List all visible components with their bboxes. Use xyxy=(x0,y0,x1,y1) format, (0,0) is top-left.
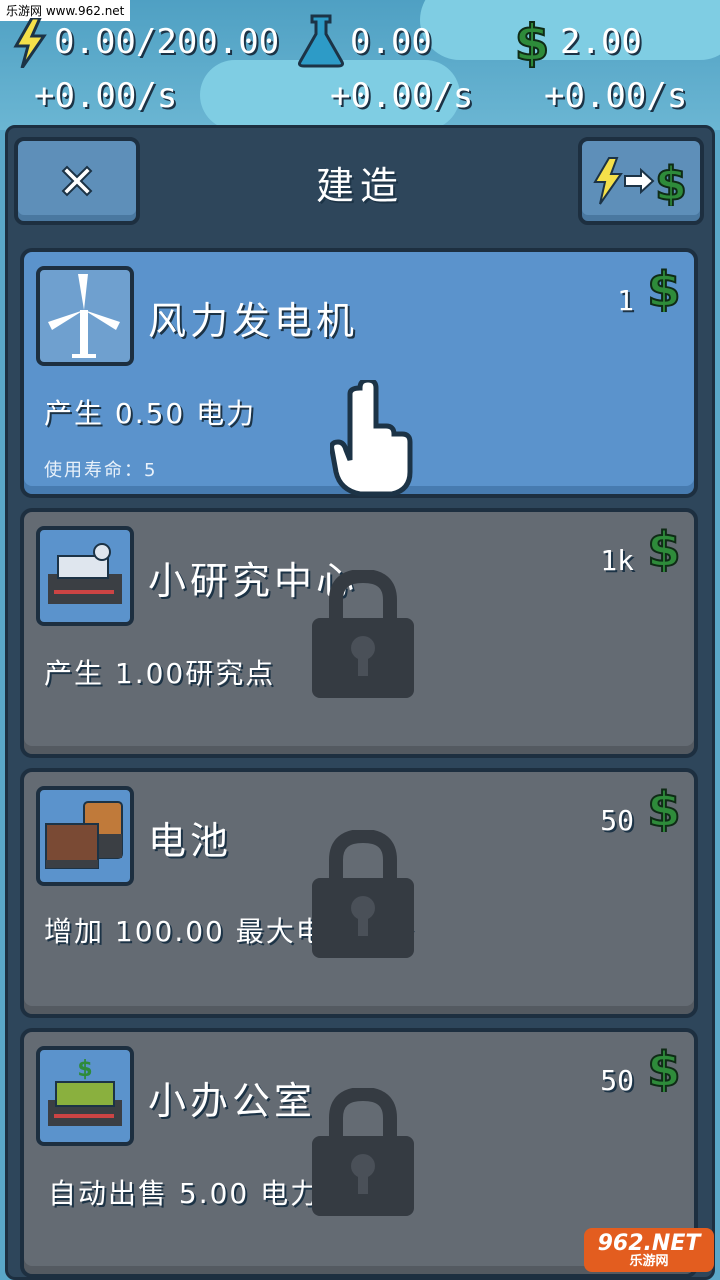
svg-text:$: $ xyxy=(655,157,687,206)
svg-text:$: $ xyxy=(647,782,680,832)
pointer-hand-icon xyxy=(330,380,413,497)
power-value: 0.00/200.00 xyxy=(54,22,280,62)
building-desc: 自动出售 5.00 电力 xyxy=(48,1177,321,1210)
watermark-logo: 962.NET xyxy=(597,1230,701,1256)
building-card-battery[interactable]: 电池 增加 100.00 最大电量储备 50 $ xyxy=(20,768,698,1018)
svg-text:$: $ xyxy=(647,1042,680,1092)
dollar-icon: $ xyxy=(646,782,681,832)
building-life: 使用寿命：5 xyxy=(44,460,158,481)
building-price: 1k xyxy=(600,544,634,577)
close-button[interactable] xyxy=(14,137,140,225)
building-price: 50 xyxy=(600,1064,634,1097)
dollar-icon: $ xyxy=(646,522,681,572)
building-name: 电池 xyxy=(148,819,233,863)
power-rate: +0.00/s xyxy=(34,76,178,116)
money-rate: +0.00/s xyxy=(544,76,688,116)
lock-icon xyxy=(312,830,414,958)
convert-power-button[interactable]: $ xyxy=(578,137,704,225)
office-icon: $ xyxy=(36,1046,134,1146)
building-price: 50 xyxy=(600,804,634,837)
building-card-research-center[interactable]: 小研究中心 产生 1.00研究点 1k $ xyxy=(20,508,698,758)
lock-icon xyxy=(312,1088,414,1216)
lock-icon xyxy=(312,570,414,698)
lightning-icon xyxy=(13,18,47,68)
research-rate: +0.00/s xyxy=(330,76,474,116)
building-desc: 产生 1.00研究点 xyxy=(44,657,276,690)
building-name: 小办公室 xyxy=(148,1079,317,1123)
building-price: 1 xyxy=(617,284,634,317)
research-center-icon xyxy=(36,526,134,626)
building-desc: 产生 0.50 电力 xyxy=(44,397,257,430)
battery-icon xyxy=(36,786,134,886)
watermark-bottom: 962.NET 乐游网 xyxy=(584,1228,714,1272)
research-value: 0.00 xyxy=(350,22,432,62)
watermark-text: 乐游网 xyxy=(629,1253,669,1269)
page-title: 建造 xyxy=(315,164,404,208)
money-value: 2.00 xyxy=(560,22,642,62)
svg-text:$: $ xyxy=(77,1057,92,1082)
svg-text:$: $ xyxy=(647,262,680,312)
wind-turbine-icon xyxy=(36,266,134,366)
dollar-icon: $ xyxy=(646,1042,681,1092)
close-icon xyxy=(61,165,93,197)
dollar-icon: $ xyxy=(514,14,551,68)
svg-text:$: $ xyxy=(647,522,680,572)
svg-text:$: $ xyxy=(515,14,550,68)
building-name: 风力发电机 xyxy=(148,299,359,343)
flask-icon xyxy=(298,14,344,68)
power-to-money-icon: $ xyxy=(593,156,688,206)
dollar-icon: $ xyxy=(646,262,681,312)
